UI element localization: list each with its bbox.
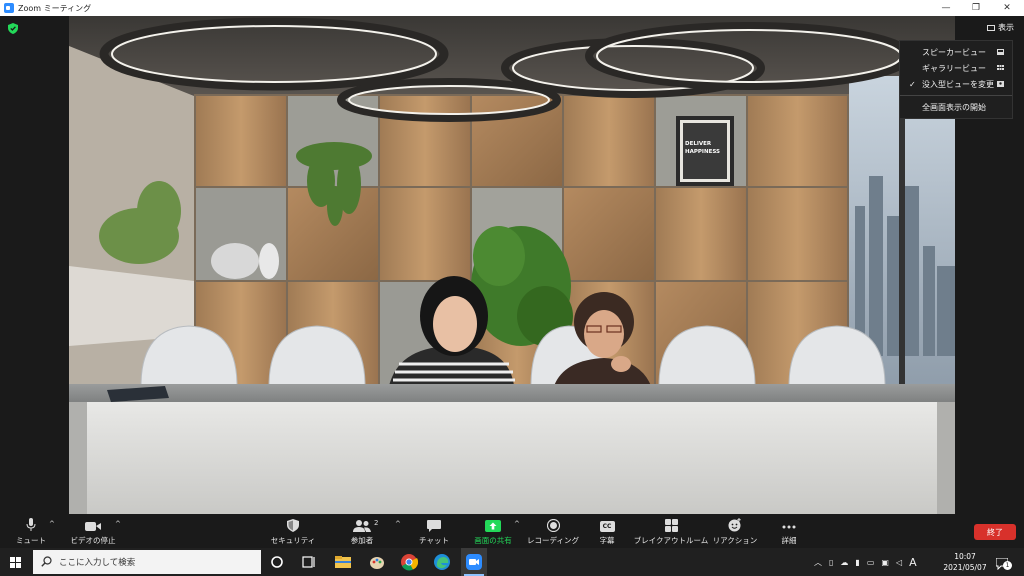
edge-icon[interactable] bbox=[433, 553, 451, 571]
tray-phone-icon[interactable]: ▯ bbox=[829, 558, 833, 567]
mute-label: ミュート bbox=[16, 536, 46, 545]
audio-options-caret[interactable]: ^ bbox=[49, 520, 55, 528]
captions-label: 字幕 bbox=[599, 536, 615, 545]
share-screen-icon bbox=[485, 520, 501, 532]
task-view-icon[interactable] bbox=[300, 553, 318, 571]
menu-item-label: 没入型ビューを変更 bbox=[922, 79, 994, 89]
onedrive-icon[interactable]: ☁ bbox=[840, 558, 848, 567]
notification-count-badge: 1 bbox=[1003, 561, 1012, 570]
ime-indicator[interactable]: A bbox=[909, 556, 917, 569]
view-button-label: 表示 bbox=[998, 23, 1014, 32]
windows-start-icon[interactable] bbox=[10, 557, 21, 568]
share-screen-label: 画面の共有 bbox=[474, 536, 512, 545]
mute-button[interactable]: ミュート bbox=[14, 514, 48, 548]
reactions-label: リアクション bbox=[712, 536, 758, 545]
menu-separator bbox=[900, 95, 1012, 96]
record-icon bbox=[546, 519, 560, 532]
meeting-stage: DELIVER HAPPINESS 表示 スピーカービュー ギャラリービュー ✓… bbox=[0, 16, 1024, 514]
menu-item-label: ギャラリービュー bbox=[922, 63, 986, 73]
windows-taskbar: ここに入力して検索 ︿ ▯ ☁ ▮ ▭ ▣ ◁ A 10:07 2021/05/… bbox=[0, 548, 1024, 576]
reaction-smiley-icon bbox=[728, 518, 741, 532]
tray-expand-icon[interactable]: ︿ bbox=[814, 557, 822, 568]
close-button[interactable]: ✕ bbox=[992, 0, 1022, 16]
view-button[interactable]: 表示 bbox=[987, 22, 1014, 33]
encryption-shield-icon[interactable] bbox=[8, 23, 18, 34]
meeting-toolbar: ミュート ^ ビデオの停止 ^ セキュリティ 参加者 2 ^ チャット 画面の共… bbox=[0, 514, 1024, 548]
captions-button[interactable]: CC 字幕 bbox=[590, 514, 624, 548]
breakout-rooms-icon bbox=[664, 519, 678, 532]
zoom-icon bbox=[466, 554, 482, 570]
chat-bubble-icon bbox=[427, 520, 441, 532]
menu-item-label: 全画面表示の開始 bbox=[922, 102, 986, 112]
clock-date: 2021/05/07 bbox=[943, 563, 987, 572]
end-meeting-button[interactable]: 終了 bbox=[974, 524, 1016, 540]
speaker-view-icon bbox=[997, 49, 1004, 55]
participants-icon bbox=[353, 520, 371, 532]
breakout-rooms-button[interactable]: ブレイクアウトルーム bbox=[633, 514, 709, 548]
security-label: セキュリティ bbox=[270, 536, 316, 545]
cortana-icon[interactable] bbox=[268, 553, 286, 571]
poster-text-2: HAPPINESS bbox=[685, 149, 720, 155]
zoom-taskbar-item[interactable] bbox=[461, 548, 487, 576]
zoom-app-icon bbox=[4, 3, 14, 13]
minimize-button[interactable]: — bbox=[931, 0, 961, 16]
menu-item-gallery-view[interactable]: ギャラリービュー bbox=[900, 60, 1012, 76]
video-options-caret[interactable]: ^ bbox=[115, 520, 121, 528]
taskbar-clock[interactable]: 10:07 2021/05/07 bbox=[940, 551, 990, 573]
reactions-button[interactable]: リアクション bbox=[712, 514, 758, 548]
participants-count-badge: 2 bbox=[374, 519, 379, 527]
breakout-rooms-label: ブレイクアウトルーム bbox=[633, 536, 709, 545]
chat-label: チャット bbox=[419, 536, 449, 545]
view-layout-icon bbox=[987, 24, 995, 31]
security-shield-icon bbox=[287, 519, 299, 532]
taskbar-search-box[interactable]: ここに入力して検索 bbox=[33, 550, 261, 574]
battery-icon[interactable]: ▭ bbox=[867, 558, 875, 567]
record-button[interactable]: レコーディング bbox=[527, 514, 579, 548]
stop-video-label: ビデオの停止 bbox=[70, 536, 116, 545]
chrome-icon[interactable] bbox=[400, 553, 418, 571]
volume-icon[interactable]: ◁ bbox=[896, 558, 902, 567]
more-dots-icon bbox=[782, 525, 796, 529]
video-camera-icon bbox=[85, 522, 101, 531]
menu-item-speaker-view[interactable]: スピーカービュー bbox=[900, 44, 1012, 60]
search-placeholder: ここに入力して検索 bbox=[59, 558, 136, 568]
chat-button[interactable]: チャット bbox=[416, 514, 452, 548]
view-menu: スピーカービュー ギャラリービュー ✓ 没入型ビューを変更 全画面表示の開始 bbox=[899, 40, 1013, 119]
immersive-scene: DELIVER HAPPINESS bbox=[69, 16, 955, 514]
paint-app-icon[interactable] bbox=[368, 553, 386, 571]
microphone-icon bbox=[26, 518, 36, 531]
file-explorer-icon[interactable] bbox=[334, 553, 352, 571]
search-icon bbox=[41, 556, 52, 567]
closed-caption-icon: CC bbox=[599, 521, 615, 532]
checkmark-icon: ✓ bbox=[909, 79, 916, 89]
menu-item-label: スピーカービュー bbox=[922, 47, 986, 57]
notification-center-button[interactable]: 1 bbox=[995, 555, 1012, 571]
participants-label: 参加者 bbox=[350, 536, 374, 545]
clock-time: 10:07 bbox=[954, 552, 976, 561]
system-tray: ︿ ▯ ☁ ▮ ▭ ▣ ◁ A bbox=[814, 548, 917, 576]
window-title: Zoom ミーティング bbox=[18, 3, 92, 13]
more-label: 詳細 bbox=[781, 536, 797, 545]
gallery-view-icon bbox=[997, 65, 1004, 70]
tray-mic-icon[interactable]: ▮ bbox=[855, 558, 859, 567]
stop-video-button[interactable]: ビデオの停止 bbox=[68, 514, 118, 548]
conference-room-background: DELIVER HAPPINESS bbox=[69, 16, 955, 514]
poster-text-1: DELIVER bbox=[685, 141, 712, 147]
share-screen-button[interactable]: 画面の共有 bbox=[470, 514, 516, 548]
more-button[interactable]: 詳細 bbox=[772, 514, 806, 548]
share-options-caret[interactable]: ^ bbox=[514, 520, 520, 528]
menu-item-immersive-view[interactable]: ✓ 没入型ビューを変更 bbox=[900, 76, 1012, 92]
security-button[interactable]: セキュリティ bbox=[270, 514, 316, 548]
window-titlebar: Zoom ミーティング — ❐ ✕ bbox=[0, 0, 1024, 16]
menu-item-fullscreen[interactable]: 全画面表示の開始 bbox=[900, 99, 1012, 115]
record-label: レコーディング bbox=[527, 536, 579, 545]
immersive-view-icon bbox=[997, 81, 1004, 87]
maximize-button[interactable]: ❐ bbox=[961, 0, 991, 16]
network-icon[interactable]: ▣ bbox=[881, 558, 889, 567]
participants-options-caret[interactable]: ^ bbox=[395, 520, 401, 528]
